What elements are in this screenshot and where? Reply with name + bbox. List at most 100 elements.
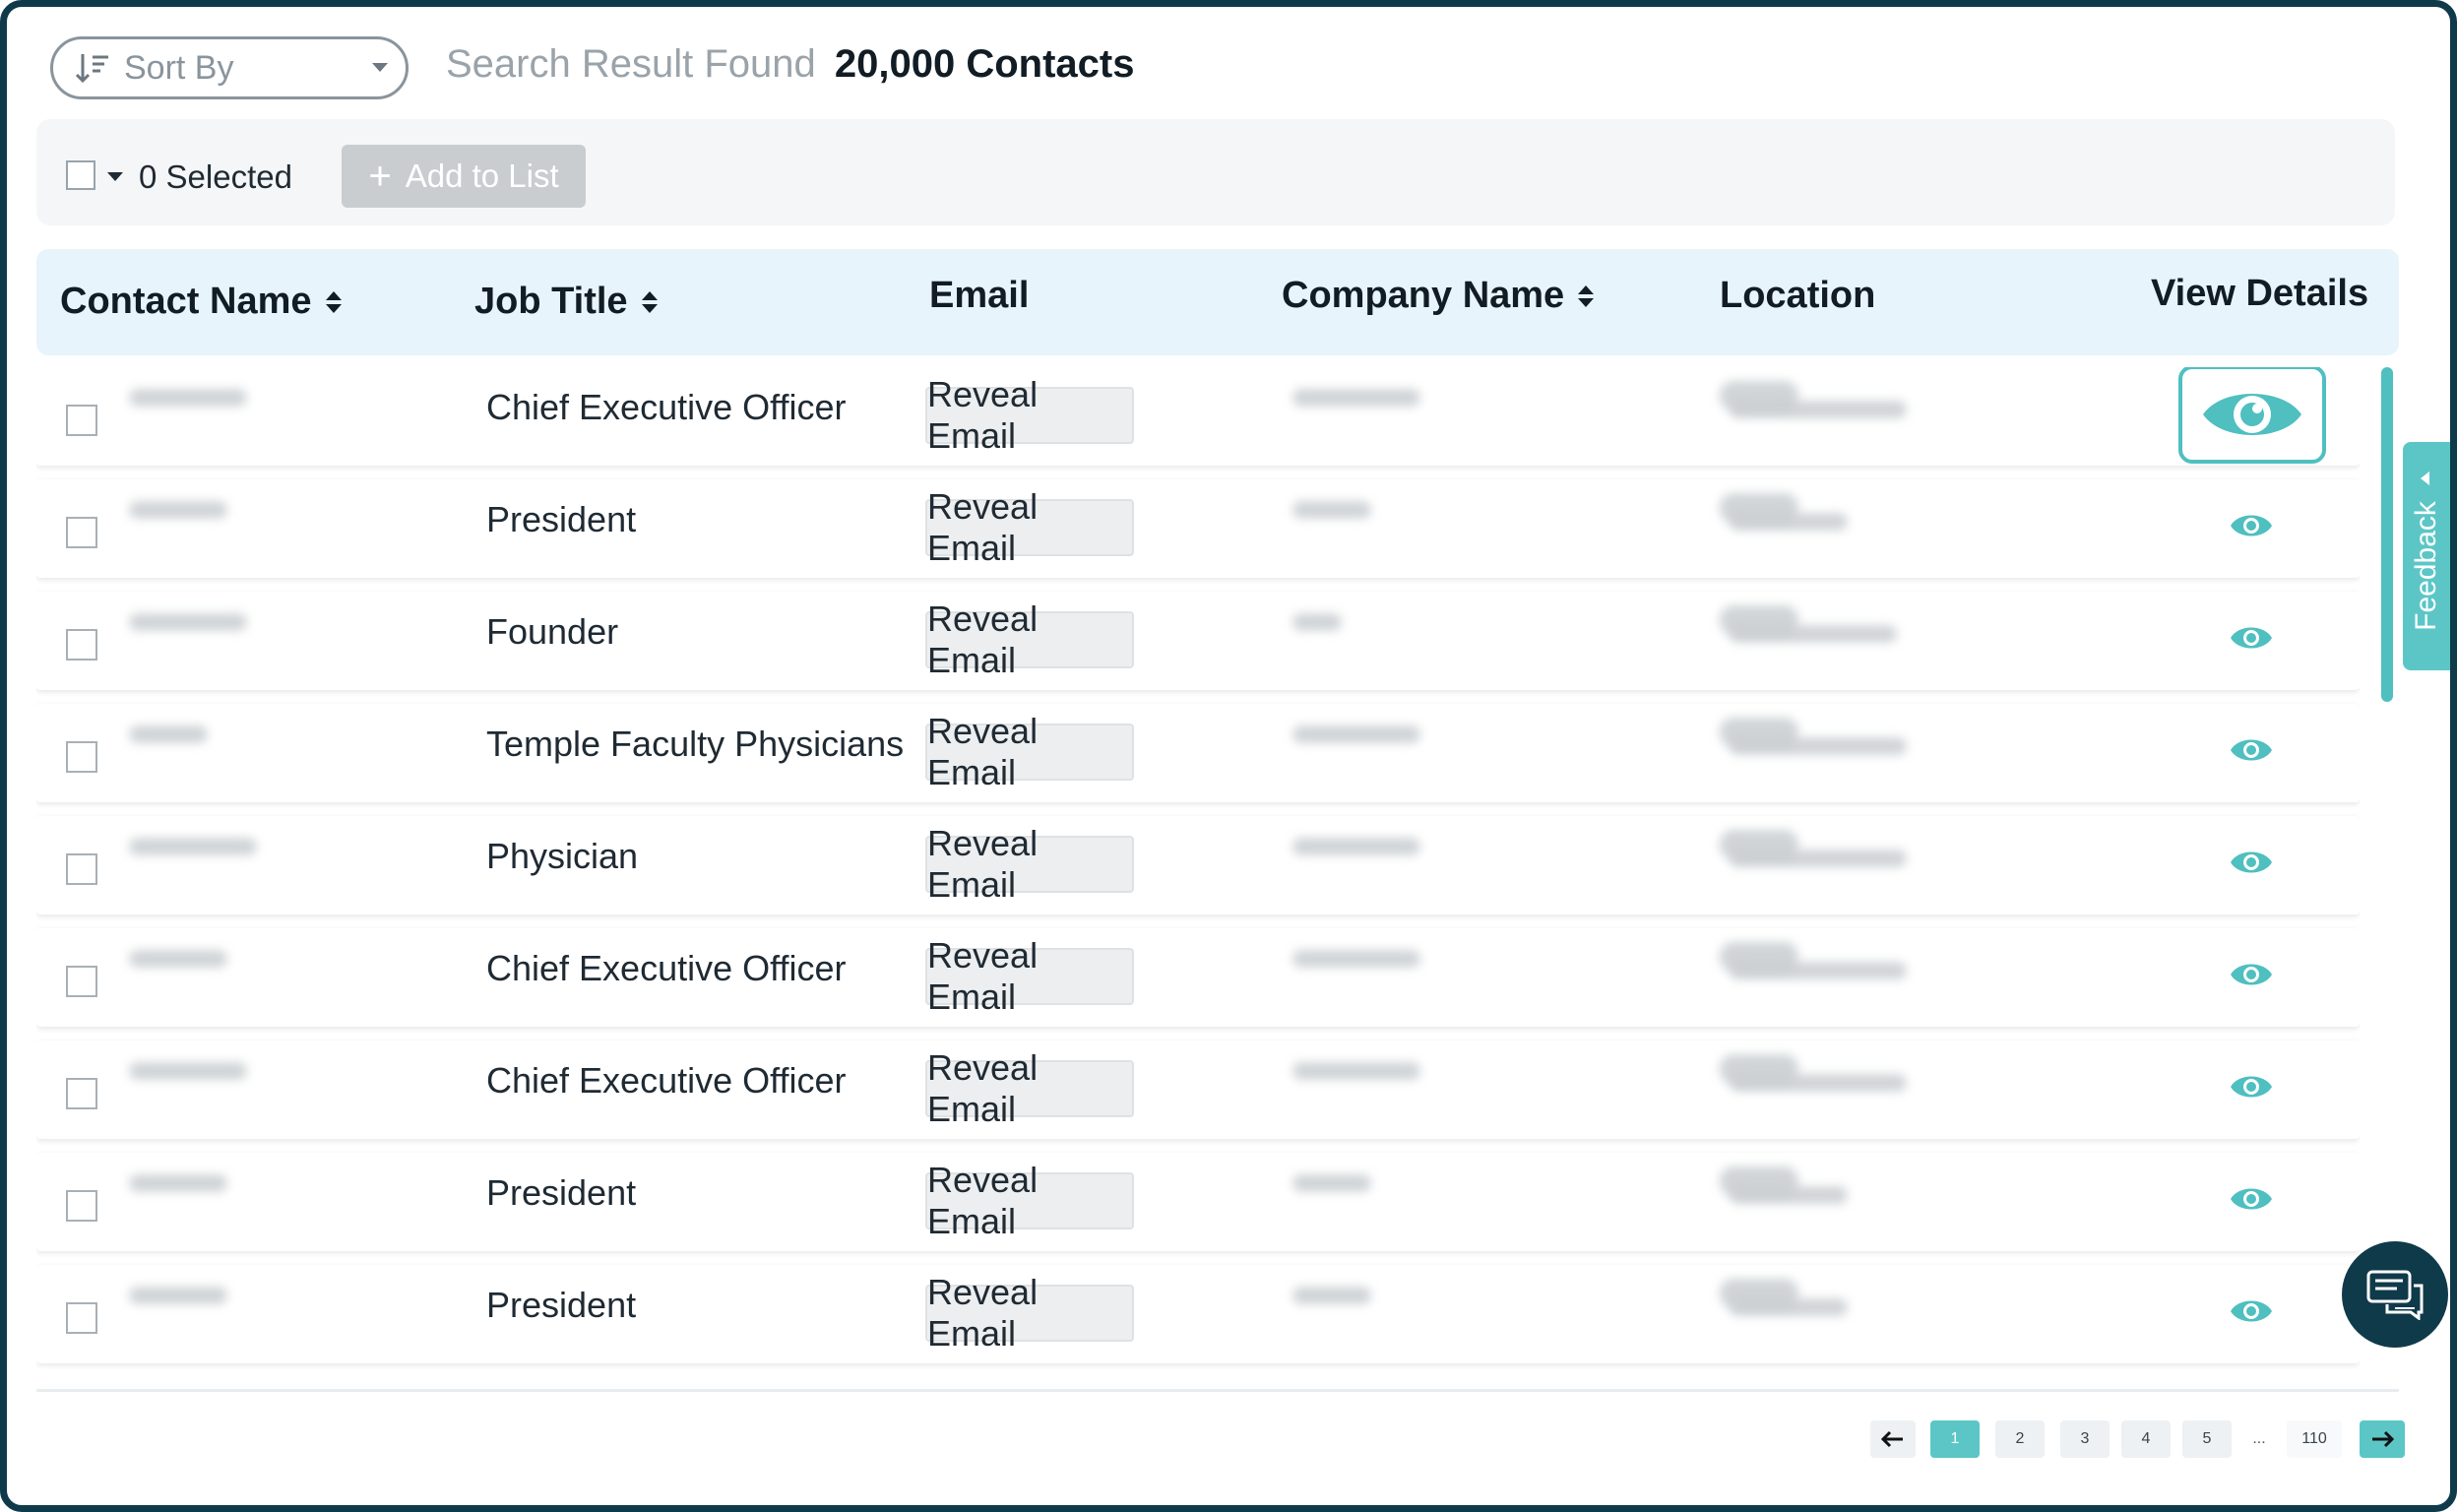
row-checkbox[interactable] (66, 966, 97, 997)
table-row: Temple Faculty Physicians Reveal Email (36, 704, 2360, 802)
feedback-label: Feedback (2410, 501, 2442, 631)
reveal-email-button[interactable]: Reveal Email (925, 374, 1134, 456)
result-prefix: Search Result Found (446, 42, 816, 86)
contact-name-redacted (129, 1287, 227, 1304)
add-to-list-label: Add to List (405, 158, 559, 194)
plus-icon: + (368, 155, 392, 198)
contacts-table-body: Chief Executive Officer Reveal Email Pre… (36, 367, 2360, 1385)
header-job-title-label: Job Title (474, 281, 628, 322)
company-name-redacted (1292, 725, 1420, 743)
row-checkbox[interactable] (66, 405, 97, 436)
location-redacted (1730, 401, 1907, 418)
location-redacted (1730, 1074, 1907, 1092)
sort-lines-icon (75, 54, 108, 84)
eye-icon[interactable] (2229, 1294, 2274, 1328)
contact-name-redacted (129, 1062, 247, 1080)
company-name-redacted (1292, 1287, 1371, 1304)
app-window: Sort By Search Result Found 20,000 Conta… (0, 0, 2457, 1512)
sort-arrows-icon[interactable] (325, 290, 342, 313)
sort-arrows-icon[interactable] (641, 290, 658, 313)
location-redacted (1730, 962, 1907, 979)
row-checkbox[interactable] (66, 629, 97, 661)
row-checkbox[interactable] (66, 853, 97, 885)
table-row: Chief Executive Officer Reveal Email (36, 928, 2360, 1027)
reveal-email-button[interactable]: Reveal Email (925, 486, 1134, 568)
page-1-button[interactable]: 1 (1930, 1420, 1980, 1458)
contact-name-redacted (129, 1174, 227, 1192)
result-count: 20,000 Contacts (834, 42, 1135, 86)
chat-launcher-button[interactable] (2342, 1241, 2448, 1348)
reveal-email-button[interactable]: Reveal Email (925, 823, 1134, 905)
reveal-email-button[interactable]: Reveal Email (925, 1272, 1134, 1354)
table-row: Chief Executive Officer Reveal Email (36, 1040, 2360, 1139)
footer-divider (36, 1389, 2399, 1392)
previous-page-button[interactable] (1870, 1420, 1916, 1458)
company-name-redacted (1292, 613, 1342, 631)
page-3-button[interactable]: 3 (2060, 1420, 2110, 1458)
reveal-email-button[interactable]: Reveal Email (925, 1047, 1134, 1129)
location-redacted (1730, 625, 1897, 643)
pagination-ellipsis: ... (2252, 1430, 2266, 1447)
select-all-checkbox[interactable] (66, 160, 95, 190)
table-row: President Reveal Email (36, 479, 2360, 578)
add-to-list-button[interactable]: + Add to List (342, 145, 586, 208)
job-title: Founder (486, 611, 619, 652)
reveal-email-button[interactable]: Reveal Email (925, 935, 1134, 1017)
location-redacted (1730, 1186, 1848, 1204)
view-details-button[interactable] (2178, 367, 2326, 464)
page-2-button[interactable]: 2 (1995, 1420, 2045, 1458)
eye-icon[interactable] (2229, 958, 2274, 991)
job-title: Chief Executive Officer (486, 1060, 847, 1101)
page-4-button[interactable]: 4 (2121, 1420, 2171, 1458)
header-job-title[interactable]: Job Title (474, 281, 658, 323)
vertical-scrollbar[interactable] (2381, 367, 2393, 702)
location-redacted (1730, 1298, 1848, 1316)
job-title: Physician (486, 836, 639, 876)
eye-icon[interactable] (2229, 846, 2274, 879)
reveal-email-button[interactable]: Reveal Email (925, 711, 1134, 792)
collapse-arrow-icon (2421, 472, 2429, 485)
header-company-name[interactable]: Company Name (1282, 275, 1595, 317)
selected-count: 0 Selected (139, 158, 292, 195)
eye-icon (2203, 394, 2301, 435)
header-contact-name[interactable]: Contact Name (60, 281, 342, 323)
sort-by-dropdown[interactable]: Sort By (50, 36, 409, 99)
eye-icon[interactable] (2229, 1070, 2274, 1103)
sort-arrows-icon[interactable] (1578, 284, 1595, 307)
location-redacted (1730, 513, 1848, 531)
arrow-right-icon (2372, 1430, 2394, 1448)
contact-name-redacted (129, 838, 257, 855)
eye-icon[interactable] (2229, 733, 2274, 767)
company-name-redacted (1292, 1174, 1371, 1192)
table-row: Chief Executive Officer Reveal Email (36, 367, 2360, 466)
reveal-email-button[interactable]: Reveal Email (925, 1160, 1134, 1241)
reveal-email-button[interactable]: Reveal Email (925, 598, 1134, 680)
contact-name-redacted (129, 725, 208, 743)
row-checkbox[interactable] (66, 1078, 97, 1109)
chevron-down-icon (372, 63, 388, 72)
contact-name-redacted (129, 389, 247, 407)
row-checkbox[interactable] (66, 741, 97, 773)
header-email: Email (929, 275, 1029, 317)
next-page-button[interactable] (2360, 1420, 2405, 1458)
bulk-action-bar: 0 Selected + Add to List (36, 119, 2395, 225)
page-last-button[interactable]: 110 (2287, 1420, 2342, 1458)
row-checkbox[interactable] (66, 1302, 97, 1334)
location-redacted (1730, 850, 1907, 867)
job-title: Chief Executive Officer (486, 948, 847, 988)
contact-name-redacted (129, 613, 247, 631)
eye-icon[interactable] (2229, 1182, 2274, 1216)
company-name-redacted (1292, 501, 1371, 519)
contact-name-redacted (129, 501, 227, 519)
row-checkbox[interactable] (66, 517, 97, 548)
header-view-details-label: View Details (2151, 273, 2369, 314)
feedback-tab[interactable]: Feedback (2403, 442, 2450, 670)
page-5-button[interactable]: 5 (2182, 1420, 2232, 1458)
table-row: Founder Reveal Email (36, 592, 2360, 690)
job-title: President (486, 1172, 637, 1213)
row-checkbox[interactable] (66, 1190, 97, 1222)
eye-icon[interactable] (2229, 509, 2274, 542)
select-options-caret-icon[interactable] (107, 172, 123, 181)
table-row: President Reveal Email (36, 1265, 2360, 1363)
eye-icon[interactable] (2229, 621, 2274, 655)
